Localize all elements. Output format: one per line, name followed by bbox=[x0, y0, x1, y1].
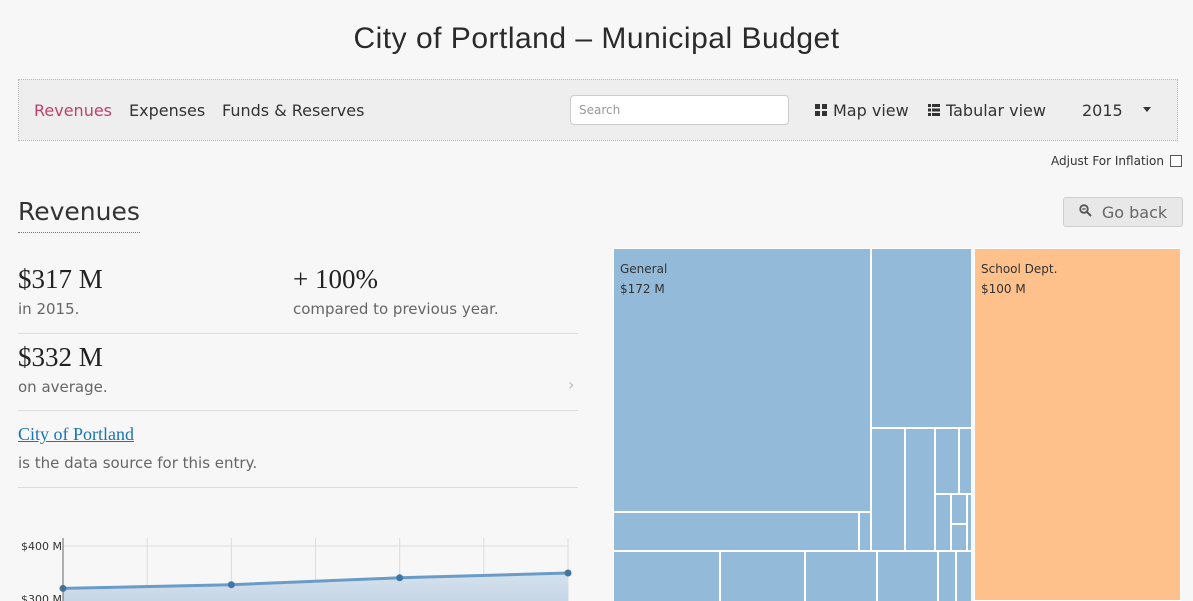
treemap-tile[interactable] bbox=[951, 494, 967, 524]
treemap-tile-general[interactable]: General $172 M bbox=[613, 248, 871, 512]
data-source-link[interactable]: City of Portland bbox=[18, 424, 134, 445]
treemap-tile[interactable] bbox=[935, 428, 959, 494]
treemap-tile[interactable] bbox=[905, 428, 935, 551]
treemap-tile[interactable] bbox=[720, 551, 805, 601]
treemap-tile-school-dept[interactable]: School Dept. $100 M bbox=[974, 248, 1181, 601]
treemap-tile[interactable] bbox=[871, 248, 972, 428]
tabular-view-label: Tabular view bbox=[946, 101, 1046, 120]
y-tick-label: $300 M bbox=[21, 593, 62, 601]
chevron-down-icon[interactable] bbox=[1143, 107, 1151, 112]
treemap-tile[interactable] bbox=[956, 551, 972, 601]
inflation-toggle: Adjust For Inflation bbox=[1051, 154, 1182, 168]
treemap-tile[interactable] bbox=[859, 512, 871, 551]
chevron-right-icon[interactable]: › bbox=[568, 375, 574, 394]
page-title: City of Portland – Municipal Budget bbox=[353, 22, 840, 55]
treemap-tile[interactable] bbox=[959, 428, 972, 494]
treemap-tile-name: General bbox=[620, 262, 668, 276]
revenue-treemap: General $172 M School Dept. $100 M bbox=[613, 248, 1183, 601]
go-back-label: Go back bbox=[1101, 202, 1168, 222]
tab-expenses[interactable]: Expenses bbox=[129, 101, 205, 120]
treemap-tile[interactable] bbox=[613, 551, 720, 601]
go-back-button[interactable]: Go back bbox=[1063, 197, 1183, 227]
zoom-out-icon bbox=[1079, 203, 1092, 221]
tabular-view-button[interactable]: Tabular view bbox=[928, 101, 1046, 120]
treemap-tile-label: School Dept. $100 M bbox=[981, 259, 1057, 299]
data-point bbox=[396, 574, 404, 582]
divider bbox=[18, 487, 578, 488]
treemap-tile[interactable] bbox=[613, 512, 859, 551]
treemap-tile[interactable] bbox=[871, 428, 905, 551]
treemap-tile[interactable] bbox=[967, 494, 972, 551]
search-input[interactable] bbox=[570, 95, 789, 125]
divider bbox=[18, 410, 578, 411]
treemap-tile[interactable] bbox=[805, 551, 877, 601]
tab-revenues[interactable]: Revenues bbox=[34, 101, 112, 120]
revenue-history-chart: $400 M $300 M bbox=[21, 538, 572, 601]
inflation-checkbox[interactable] bbox=[1169, 155, 1182, 167]
grid-icon bbox=[815, 101, 827, 120]
data-point bbox=[564, 569, 572, 577]
treemap-tile-name: School Dept. bbox=[981, 262, 1058, 276]
map-view-label: Map view bbox=[833, 101, 909, 120]
y-tick-label: $400 M bbox=[21, 540, 62, 553]
treemap-tile-label: General $172 M bbox=[620, 259, 667, 299]
list-icon bbox=[928, 101, 940, 120]
year-select[interactable]: 2015 bbox=[1082, 101, 1123, 120]
average-caption: on average. bbox=[18, 378, 108, 396]
treemap-tile[interactable] bbox=[877, 551, 938, 601]
treemap-tile-value: $100 M bbox=[981, 282, 1026, 296]
map-view-button[interactable]: Map view bbox=[815, 101, 909, 120]
treemap-tile[interactable] bbox=[951, 524, 967, 551]
change-value: + 100% bbox=[293, 264, 378, 294]
treemap-tile[interactable] bbox=[938, 551, 956, 601]
divider bbox=[18, 333, 578, 334]
change-caption: compared to previous year. bbox=[293, 300, 499, 318]
inflation-label: Adjust For Inflation bbox=[1051, 154, 1164, 168]
treemap-tile[interactable] bbox=[935, 494, 951, 551]
data-point bbox=[227, 581, 235, 589]
total-revenue-caption: in 2015. bbox=[18, 300, 80, 318]
data-source-caption: is the data source for this entry. bbox=[18, 454, 258, 472]
treemap-tile-value: $172 M bbox=[620, 282, 665, 296]
tab-funds-reserves[interactable]: Funds & Reserves bbox=[222, 101, 364, 120]
average-value: $332 M bbox=[18, 342, 103, 372]
section-title: Revenues bbox=[18, 197, 140, 233]
total-revenue-value: $317 M bbox=[18, 264, 103, 294]
top-navbar: Revenues Expenses Funds & Reserves Map v… bbox=[18, 79, 1178, 141]
